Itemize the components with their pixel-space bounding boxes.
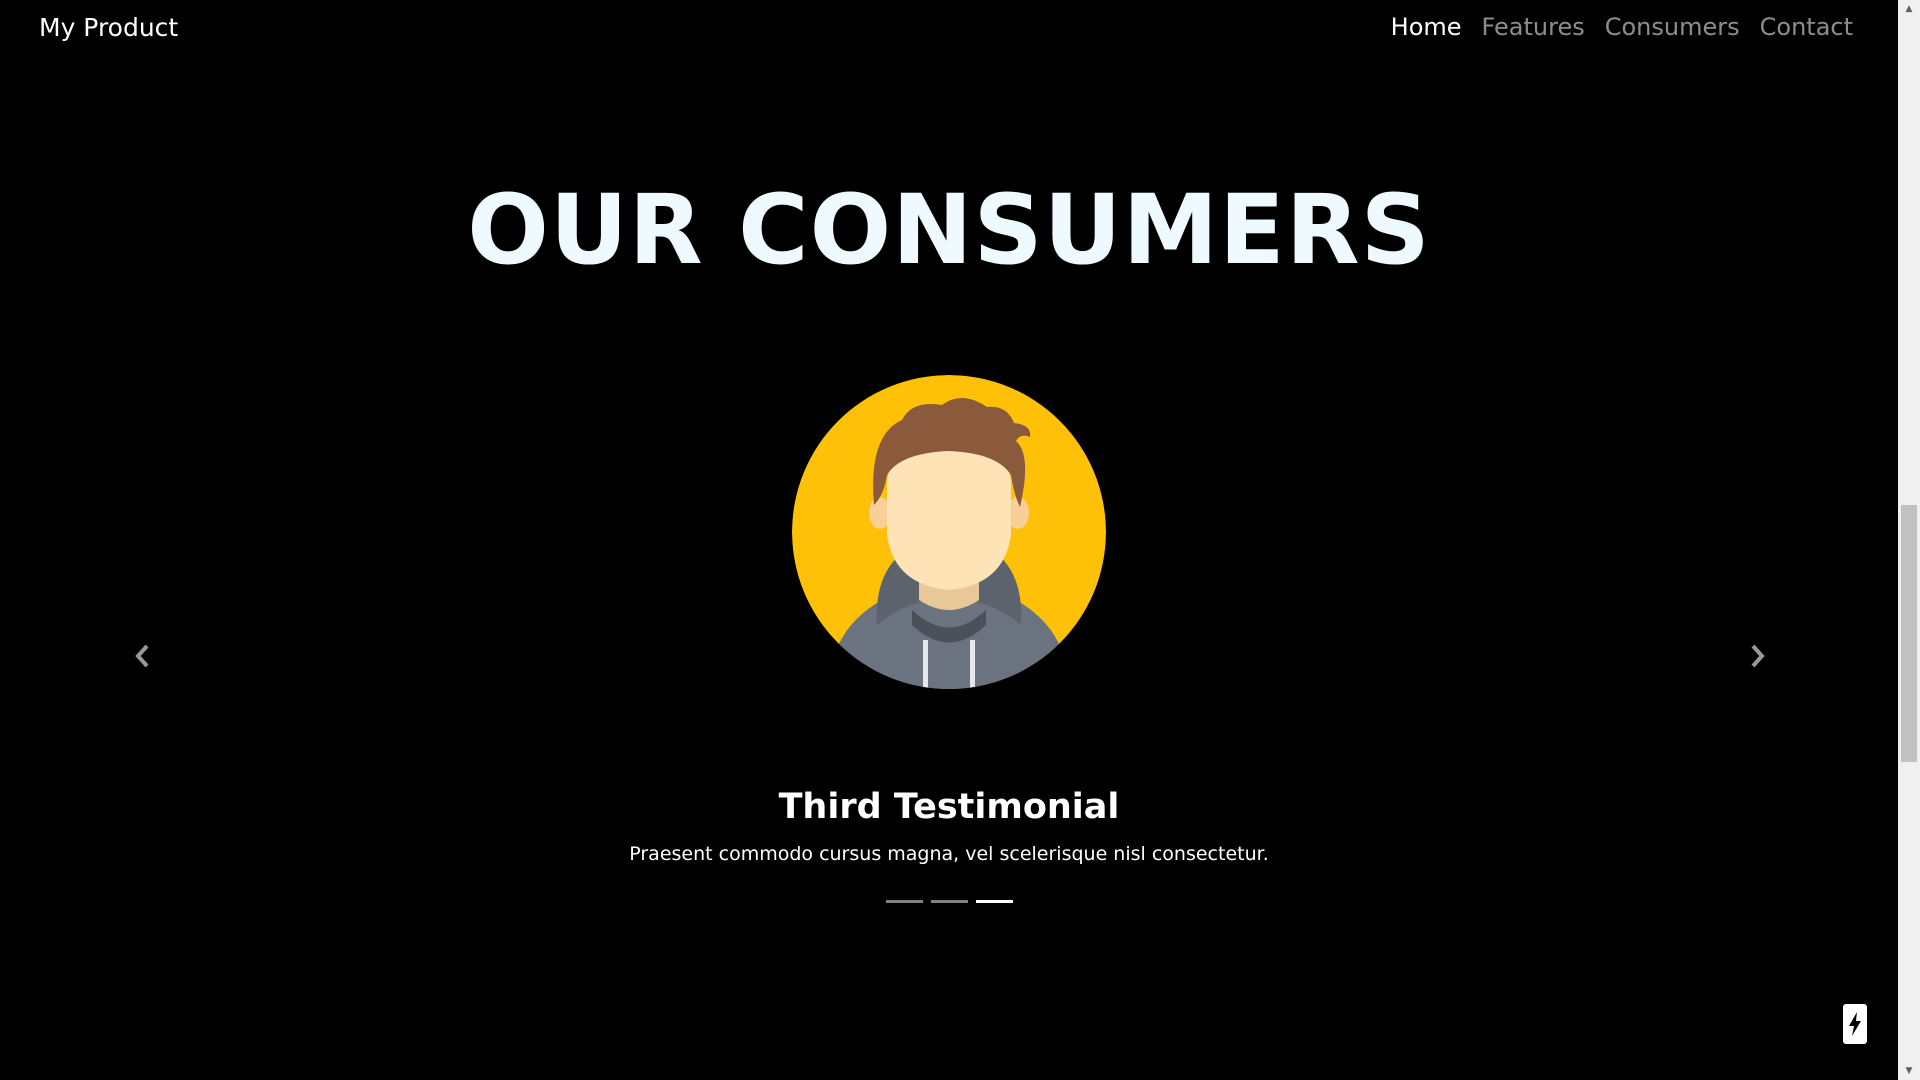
chevron-left-icon [135,644,149,668]
testimonial-text: Praesent commodo cursus magna, vel scele… [629,843,1269,865]
carousel-next-button[interactable] [1737,636,1777,676]
carousel-indicators [0,900,1898,903]
nav-link-home[interactable]: Home [1391,13,1462,41]
consumer-avatar [792,375,1106,689]
lightning-bolt-icon [1849,1012,1861,1036]
avatar-illustration [792,375,1106,689]
scrollbar[interactable]: ▲ ▼ [1898,0,1920,1080]
page: My Product Home Features Consumers Conta… [0,0,1920,1080]
nav-link-contact[interactable]: Contact [1760,13,1853,41]
nav-link-consumers[interactable]: Consumers [1605,13,1740,41]
navbar: My Product Home Features Consumers Conta… [0,0,1898,60]
carousel-indicator-3[interactable] [975,900,1013,903]
scroll-up-arrow-icon[interactable]: ▲ [1898,0,1920,18]
nav-link-features[interactable]: Features [1482,13,1585,41]
floating-widget-button[interactable] [1843,1004,1867,1044]
testimonial-title: Third Testimonial [778,787,1120,827]
nav-links: Home Features Consumers Contact [1391,13,1853,41]
carousel-indicator-1[interactable] [885,900,923,903]
scrollbar-thumb[interactable] [1901,505,1917,762]
section-title: OUR CONSUMERS [467,174,1431,286]
brand-link[interactable]: My Product [39,13,178,42]
carousel-indicator-2[interactable] [930,900,968,903]
scroll-down-arrow-icon[interactable]: ▼ [1898,1062,1920,1080]
chevron-right-icon [1751,644,1765,668]
carousel-prev-button[interactable] [123,636,163,676]
